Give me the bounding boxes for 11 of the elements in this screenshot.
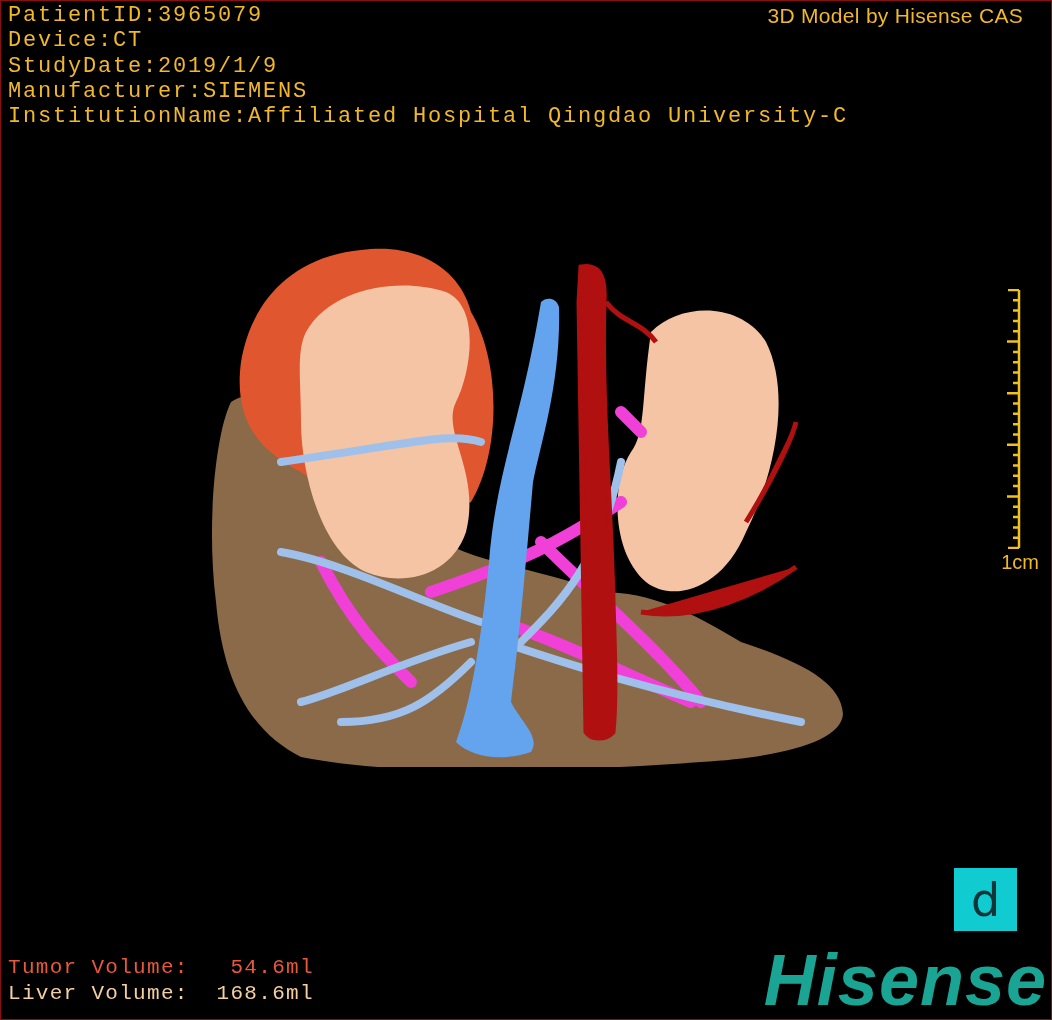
scale-label: 1cm	[1001, 551, 1039, 575]
study-info-text: Manufacturer:SIEMENS	[8, 78, 310, 105]
brand-logo: Hisense	[763, 947, 1047, 1013]
study-info-text: Device:CT	[8, 28, 145, 54]
study-info-text: PatientID:3965079	[8, 3, 264, 29]
volume-readout: Liver Volume: 168.6ml	[8, 981, 314, 1007]
viewer-title: 3D Model by Hisense CAS	[767, 3, 1024, 29]
study-info-text: InstitutionName:Affiliated Hospital Qingdao University-C	[8, 104, 850, 130]
letter-tile: d	[954, 868, 1017, 931]
volume-readout: Tumor Volume: 54.6ml	[8, 955, 314, 981]
study-info-text: StudyDate:2019/1/9	[8, 53, 280, 79]
